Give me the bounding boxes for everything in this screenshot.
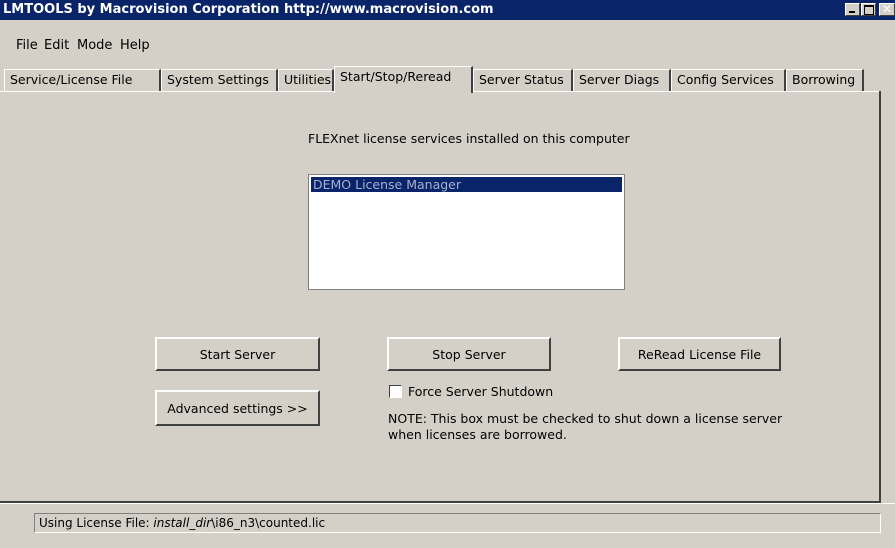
tab-strip: Service/License File System Settings Uti… [0, 66, 895, 93]
start-server-button[interactable]: Start Server [155, 337, 320, 371]
menu-mode[interactable]: Mode [77, 38, 112, 53]
tab-system-settings[interactable]: System Settings [161, 69, 278, 91]
reread-license-file-button[interactable]: ReRead License File [618, 337, 781, 371]
menu-file[interactable]: File [16, 38, 38, 53]
window-title: LMTOOLS by Macrovision Corporation http:… [3, 2, 494, 17]
menu-bar: File Edit Mode Help [0, 38, 895, 56]
status-prefix: Using License File: [39, 516, 154, 530]
note-line-2: when licenses are borrowed. [388, 427, 567, 442]
minimize-button[interactable] [845, 3, 860, 16]
note-line-1: NOTE: This box must be checked to shut d… [388, 411, 783, 426]
status-path-rest: \i86_n3\counted.lic [211, 516, 326, 530]
force-server-shutdown-label[interactable]: Force Server Shutdown [408, 384, 553, 399]
menu-edit[interactable]: Edit [44, 38, 69, 53]
maximize-button[interactable] [861, 3, 876, 16]
tab-server-diags[interactable]: Server Diags [573, 69, 671, 91]
force-server-shutdown-checkbox[interactable] [389, 385, 402, 398]
advanced-settings-button[interactable]: Advanced settings >> [155, 390, 320, 426]
tab-service-license-file[interactable]: Service/License File [4, 69, 161, 91]
tab-config-services[interactable]: Config Services [671, 69, 786, 91]
tab-utilities[interactable]: Utilities [278, 69, 334, 91]
status-install-dir: install_dir [153, 516, 212, 530]
tab-panel-border [0, 503, 895, 504]
services-heading: FLEXnet license services installed on th… [308, 131, 630, 146]
minimize-icon [849, 11, 855, 13]
list-item[interactable]: DEMO License Manager [311, 177, 622, 192]
close-icon: ✕ [882, 2, 893, 16]
tab-start-stop-reread[interactable]: Start/Stop/Reread [334, 66, 473, 93]
stop-server-button[interactable]: Stop Server [387, 337, 551, 371]
close-button[interactable]: ✕ [879, 3, 895, 16]
menu-help[interactable]: Help [120, 38, 150, 53]
status-bar: Using License File: install_dir\i86_n3\c… [34, 513, 881, 533]
services-listbox[interactable]: DEMO License Manager [308, 174, 625, 290]
title-bar[interactable]: LMTOOLS by Macrovision Corporation http:… [0, 0, 895, 20]
tab-panel-border [879, 91, 881, 501]
tab-server-status[interactable]: Server Status [473, 69, 573, 91]
maximize-icon [864, 5, 874, 15]
tab-borrowing[interactable]: Borrowing [786, 69, 864, 91]
